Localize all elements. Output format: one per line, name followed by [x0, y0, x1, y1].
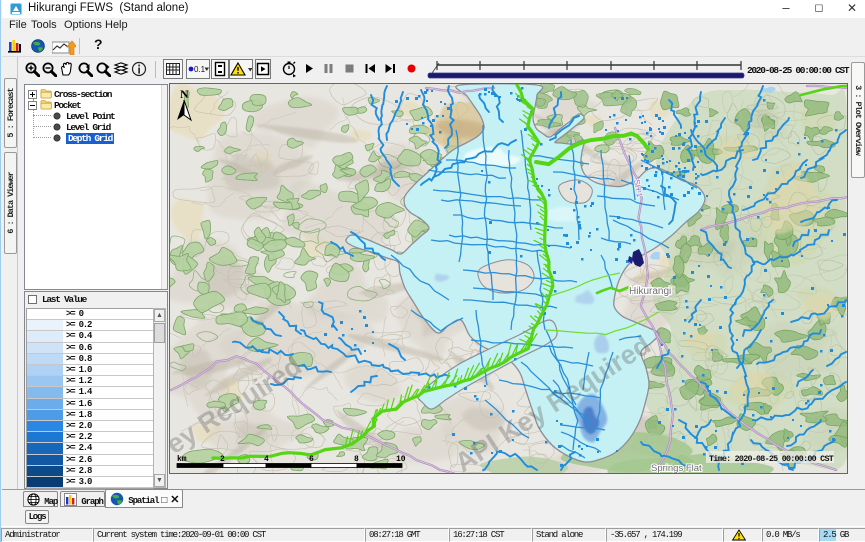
- svg-text:6: 6: [309, 455, 314, 464]
- svg-text:4: 4: [264, 455, 269, 464]
- svg-text:0.1: 0.1: [194, 65, 206, 74]
- svg-text:Hikurangi: Hikurangi: [629, 286, 671, 297]
- svg-text:10: 10: [396, 455, 406, 464]
- svg-text:8: 8: [354, 455, 359, 464]
- svg-text:2: 2: [220, 455, 225, 464]
- svg-text:N: N: [180, 87, 189, 101]
- svg-text:km: km: [177, 455, 187, 464]
- svg-text:Springs Flat: Springs Flat: [651, 463, 702, 473]
- svg-text:Time: 2020-08-25 00:00:00 CST: Time: 2020-08-25 00:00:00 CST: [709, 454, 834, 464]
